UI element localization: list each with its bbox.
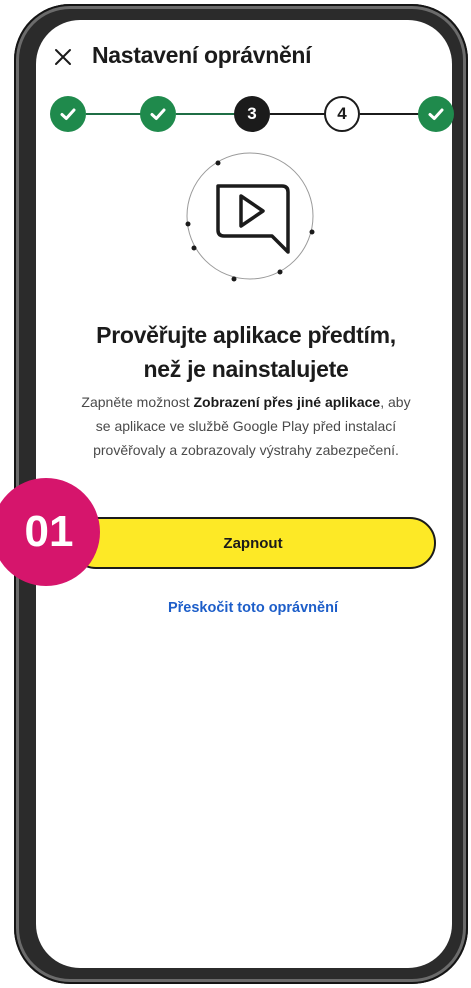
close-icon: [55, 49, 71, 65]
step-connector: [360, 113, 420, 115]
step-connector: [176, 113, 238, 115]
step-1-complete: [50, 96, 86, 132]
checkmark-icon: [150, 108, 166, 120]
description: Zapněte možnost Zobrazení přes jiné apli…: [76, 390, 416, 462]
step-4-upcoming: 4: [324, 96, 360, 132]
enable-button[interactable]: Zapnout: [70, 517, 436, 569]
step-number: 4: [337, 104, 347, 123]
description-emphasis: Zobrazení přes jiné aplikace: [193, 394, 381, 410]
step-connector: [86, 113, 144, 115]
step-connector: [270, 113, 328, 115]
step-3-current: 3: [234, 96, 270, 132]
step-number: 3: [247, 104, 257, 123]
headline: Prověřujte aplikace předtím, než je nain…: [60, 318, 432, 386]
close-button[interactable]: [52, 46, 74, 68]
headline-line-2: než je nainstalujete: [143, 356, 349, 382]
checkmark-icon: [60, 108, 76, 120]
checkmark-icon: [428, 108, 444, 120]
page-title: Nastavení oprávnění: [92, 42, 312, 68]
progress-stepper: 3 4: [0, 92, 471, 136]
headline-line-1: Prověřujte aplikace předtím,: [96, 322, 396, 348]
description-text: Zapněte možnost: [81, 394, 194, 410]
step-2-complete: [140, 96, 176, 132]
skip-permission-link[interactable]: Přeskočit toto oprávnění: [90, 600, 416, 616]
illustration: [180, 148, 320, 288]
step-5-complete: [418, 96, 454, 132]
play-chat-bubble-icon: [185, 152, 315, 282]
